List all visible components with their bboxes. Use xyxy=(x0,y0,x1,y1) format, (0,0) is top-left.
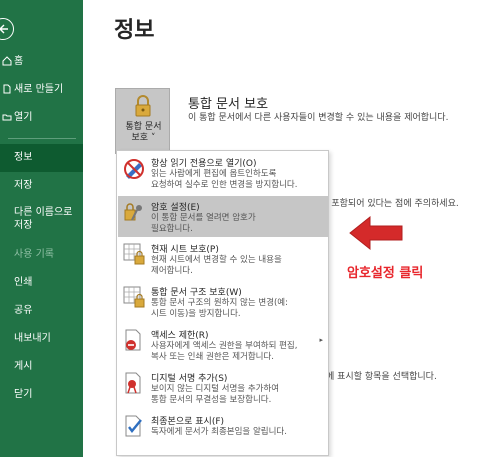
submenu-arrow-icon: ▸ xyxy=(319,336,323,344)
annotation-label: 암호설정 클릭 xyxy=(347,266,424,281)
page-title: 정보 xyxy=(114,18,155,43)
new-document-icon xyxy=(3,84,11,94)
sidebar-item-label: 저장 xyxy=(14,220,33,231)
menu-item-encrypt-with-password[interactable]: 암호 설정(E) 이 통합 문서를 열려면 암호가 필요합니다. xyxy=(118,196,328,237)
sidebar-item-label: 저장 xyxy=(14,180,33,191)
sidebar-item-label: 열기 xyxy=(14,112,33,123)
sidebar-item-share[interactable]: 공유 xyxy=(0,297,83,325)
home-icon xyxy=(2,56,12,66)
sidebar-item-label: 정보 xyxy=(14,152,33,163)
menu-item-description: 시트 이동)을 방지합니다. xyxy=(151,309,241,319)
sidebar-item-save-as[interactable]: 다른 이름으로 저장 xyxy=(0,203,83,235)
section-description: 이 통합 문서에서 다른 사용자들이 변경할 수 있는 내용을 제어합니다. xyxy=(188,113,449,123)
menu-item-description: 현재 시트에서 변경할 수 있는 내용을 xyxy=(151,255,282,265)
sidebar-item-label: 새로 만들기 xyxy=(14,84,64,95)
menu-item-description: 읽는 사람에게 편집에 옵트인하도록 xyxy=(151,169,277,179)
menu-item-description: 복사 또는 인쇄 권한은 제거합니다. xyxy=(151,352,274,362)
lock-icon xyxy=(135,95,151,117)
sidebar-item-label: 공유 xyxy=(14,305,33,316)
menu-item-title: 통합 문서 구조 보호(W) xyxy=(151,288,242,298)
sidebar-item-history: 사용 기록 xyxy=(0,241,83,269)
digital-signature-icon xyxy=(125,372,141,394)
menu-item-description: 요청하여 실수로 인한 변경을 방지합니다. xyxy=(151,180,298,190)
menu-item-description: 보이지 않는 디지털 서명을 추가하여 xyxy=(151,384,280,394)
sidebar-item-new[interactable]: 새로 만들기 xyxy=(0,76,83,104)
sidebar-item-label: 닫기 xyxy=(14,389,33,400)
menu-item-title: 현재 시트 보호(P) xyxy=(151,245,219,255)
workbook-structure-lock-icon xyxy=(123,286,145,308)
sidebar-item-label: 게시 xyxy=(14,361,33,372)
menu-item-description: 독자에게 문서가 최종본임을 알립니다. xyxy=(151,427,287,437)
menu-item-description: 통합 문서의 무결성을 보장합니다. xyxy=(151,395,272,405)
menu-item-protect-workbook-structure[interactable]: 통합 문서 구조 보호(W) 통합 문서 구조의 원하지 않는 변경(예: 시트… xyxy=(118,281,328,324)
menu-item-description: 이 통합 문서를 열려면 암호가 xyxy=(151,213,256,223)
menu-item-title: 항상 읽기 전용으로 열기(O) xyxy=(151,159,257,169)
menu-item-description: 제어합니다. xyxy=(151,266,193,276)
menu-item-restrict-access[interactable]: 액세스 제한(R) 사용자에게 액세스 권한을 부여하되 편집, 복사 또는 인… xyxy=(118,324,328,367)
menu-item-title: 최종본으로 표시(F) xyxy=(151,417,225,427)
sidebar-item-label: 다른 이름으로 xyxy=(14,207,73,218)
menu-item-description: 필요합니다. xyxy=(151,224,193,234)
menu-item-add-digital-signature[interactable]: 디지털 서명 추가(S) 보이지 않는 디지털 서명을 추가하여 통합 문서의 … xyxy=(118,367,328,410)
sidebar-item-home[interactable]: 홈 xyxy=(0,48,83,76)
mark-as-final-icon xyxy=(125,415,142,437)
background-text: l 포함되어 있다는 점에 주의하세요. xyxy=(326,199,459,209)
sidebar-item-label: 인쇄 xyxy=(14,277,33,288)
sidebar-item-open[interactable]: 열기 xyxy=(0,104,83,132)
menu-item-title: 디지털 서명 추가(S) xyxy=(151,374,228,384)
protect-workbook-button[interactable]: 통합 문서 보호 ˅ xyxy=(115,88,170,154)
menu-item-mark-as-final[interactable]: 최종본으로 표시(F) 독자에게 문서가 최종본임을 알립니다. xyxy=(118,410,328,453)
sheet-lock-icon xyxy=(123,243,145,265)
menu-item-title: 암호 설정(E) xyxy=(151,203,200,213)
sidebar-item-label: 홈 xyxy=(14,56,24,67)
menu-item-description: 통합 문서 구조의 원하지 않는 변경(예: xyxy=(151,298,288,308)
menu-item-description: 사용자에게 액세스 권한을 부여하되 편집, xyxy=(151,341,298,351)
sidebar-item-info[interactable]: 정보 xyxy=(0,144,83,172)
sidebar-item-label: 내보내기 xyxy=(14,333,51,344)
protect-button-label: 통합 문서 xyxy=(125,122,162,132)
sidebar-item-export[interactable]: 내보내기 xyxy=(0,325,83,353)
background-text: 에 표시할 항목을 선택합니다. xyxy=(326,372,437,382)
restrict-access-icon xyxy=(125,329,141,351)
menu-item-title: 액세스 제한(R) xyxy=(151,331,209,341)
backstage-sidebar: 홈 새로 만들기 열기 정보 저장 다른 이름으로 저장 사용 기록 인쇄 공유… xyxy=(0,0,83,457)
sidebar-item-close[interactable]: 닫기 xyxy=(0,381,83,409)
sidebar-item-save[interactable]: 저장 xyxy=(0,172,83,200)
key-lock-icon xyxy=(124,203,142,221)
sidebar-item-publish[interactable]: 게시 xyxy=(0,353,83,381)
sidebar-item-print[interactable]: 인쇄 xyxy=(0,269,83,297)
back-arrow-icon[interactable] xyxy=(0,18,14,40)
read-only-pencil-icon xyxy=(124,159,144,179)
sidebar-item-label: 사용 기록 xyxy=(14,249,54,260)
menu-item-protect-sheet[interactable]: 현재 시트 보호(P) 현재 시트에서 변경할 수 있는 내용을 제어합니다. xyxy=(118,238,328,281)
menu-item-always-read-only[interactable]: 항상 읽기 전용으로 열기(O) 읽는 사람에게 편집에 옵트인하도록 요청하여… xyxy=(118,152,328,195)
folder-icon xyxy=(2,114,12,121)
protect-button-label: 보호 ˅ xyxy=(131,133,156,143)
protect-workbook-menu: 항상 읽기 전용으로 열기(O) 읽는 사람에게 편집에 옵트인하도록 요청하여… xyxy=(116,150,329,456)
red-arrow-icon xyxy=(349,215,403,251)
sidebar-divider xyxy=(8,138,76,139)
